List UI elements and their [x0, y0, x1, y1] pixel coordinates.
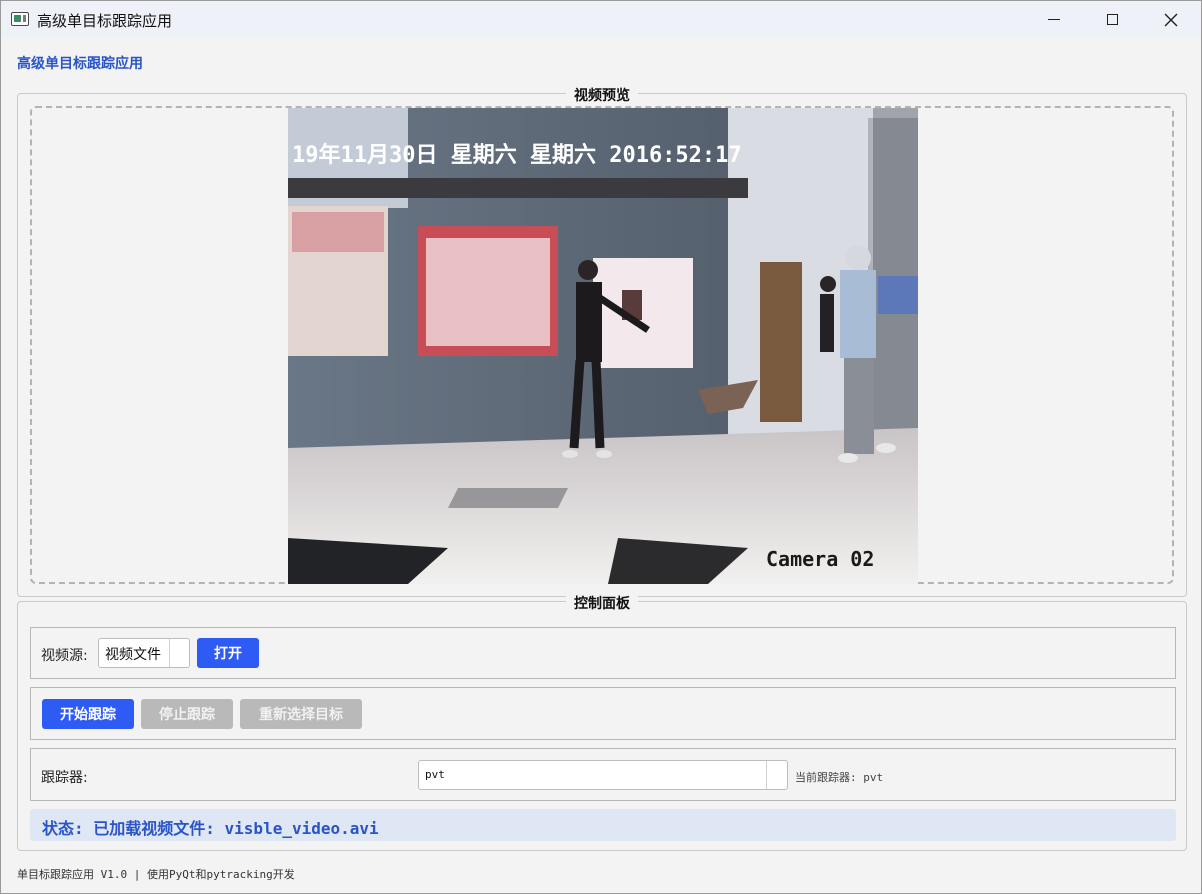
status-text: 状态: 已加载视频文件: visble_video.avi [42, 819, 379, 838]
video-source-row: 视频源: 视频文件 打开 [30, 627, 1176, 679]
video-preview-title: 视频预览 [566, 85, 638, 105]
minimize-button[interactable] [1025, 1, 1083, 38]
status-bar: 状态: 已加载视频文件: visble_video.avi [30, 809, 1176, 841]
maximize-button[interactable] [1083, 1, 1141, 38]
title-bar: 高级单目标跟踪应用 [1, 1, 1201, 38]
app-icon [11, 12, 29, 26]
surveillance-scene: 19年11月30日 星期六 星期六 2016:52:17 Camera 02 [288, 108, 918, 584]
video-timestamp-overlay: 19年11月30日 星期六 星期六 2016:52:17 [292, 142, 742, 168]
maximize-icon [1106, 14, 1118, 25]
reselect-target-button[interactable]: 重新选择目标 [240, 699, 362, 729]
page-title: 高级单目标跟踪应用 [17, 56, 143, 72]
select-divider [766, 761, 767, 789]
current-tracker-text: 当前跟踪器: pvt [795, 771, 884, 784]
window-title: 高级单目标跟踪应用 [37, 12, 173, 30]
video-preview-group: 视频预览 19年11月30日 星期六 星期六 2016:52:17 Camera… [17, 85, 1187, 597]
footer-text: 单目标跟踪应用 V1.0 | 使用PyQt和pytracking开发 [17, 868, 295, 881]
start-tracking-button[interactable]: 开始跟踪 [42, 699, 134, 729]
control-panel-title: 控制面板 [566, 593, 638, 613]
tracking-buttons-row: 开始跟踪 停止跟踪 重新选择目标 [30, 687, 1176, 740]
tracker-select[interactable]: pvt [418, 760, 788, 790]
video-source-label: 视频源: [41, 648, 88, 664]
video-source-value: 视频文件 [105, 647, 161, 663]
close-icon [1164, 13, 1178, 26]
stop-tracking-button[interactable]: 停止跟踪 [141, 699, 233, 729]
video-source-select[interactable]: 视频文件 [98, 638, 190, 668]
video-camera-label: Camera 02 [766, 547, 874, 571]
open-button[interactable]: 打开 [197, 638, 259, 668]
select-divider [169, 639, 170, 667]
control-panel-group: 控制面板 视频源: 视频文件 打开 开始跟踪 停止跟踪 重新选择目标 跟踪器: … [17, 593, 1187, 851]
minimize-icon [1048, 18, 1060, 21]
tracker-label: 跟踪器: [41, 770, 88, 786]
tracker-row: 跟踪器: pvt 当前跟踪器: pvt [30, 748, 1176, 801]
close-button[interactable] [1142, 1, 1200, 38]
app-window: 高级单目标跟踪应用 高级单目标跟踪应用 视频预览 19年11月30日 星期六 星… [0, 0, 1202, 894]
video-frame[interactable]: 19年11月30日 星期六 星期六 2016:52:17 Camera 02 [288, 108, 918, 584]
video-preview-frame[interactable]: 19年11月30日 星期六 星期六 2016:52:17 Camera 02 [30, 106, 1174, 584]
tracker-value: pvt [425, 768, 445, 781]
